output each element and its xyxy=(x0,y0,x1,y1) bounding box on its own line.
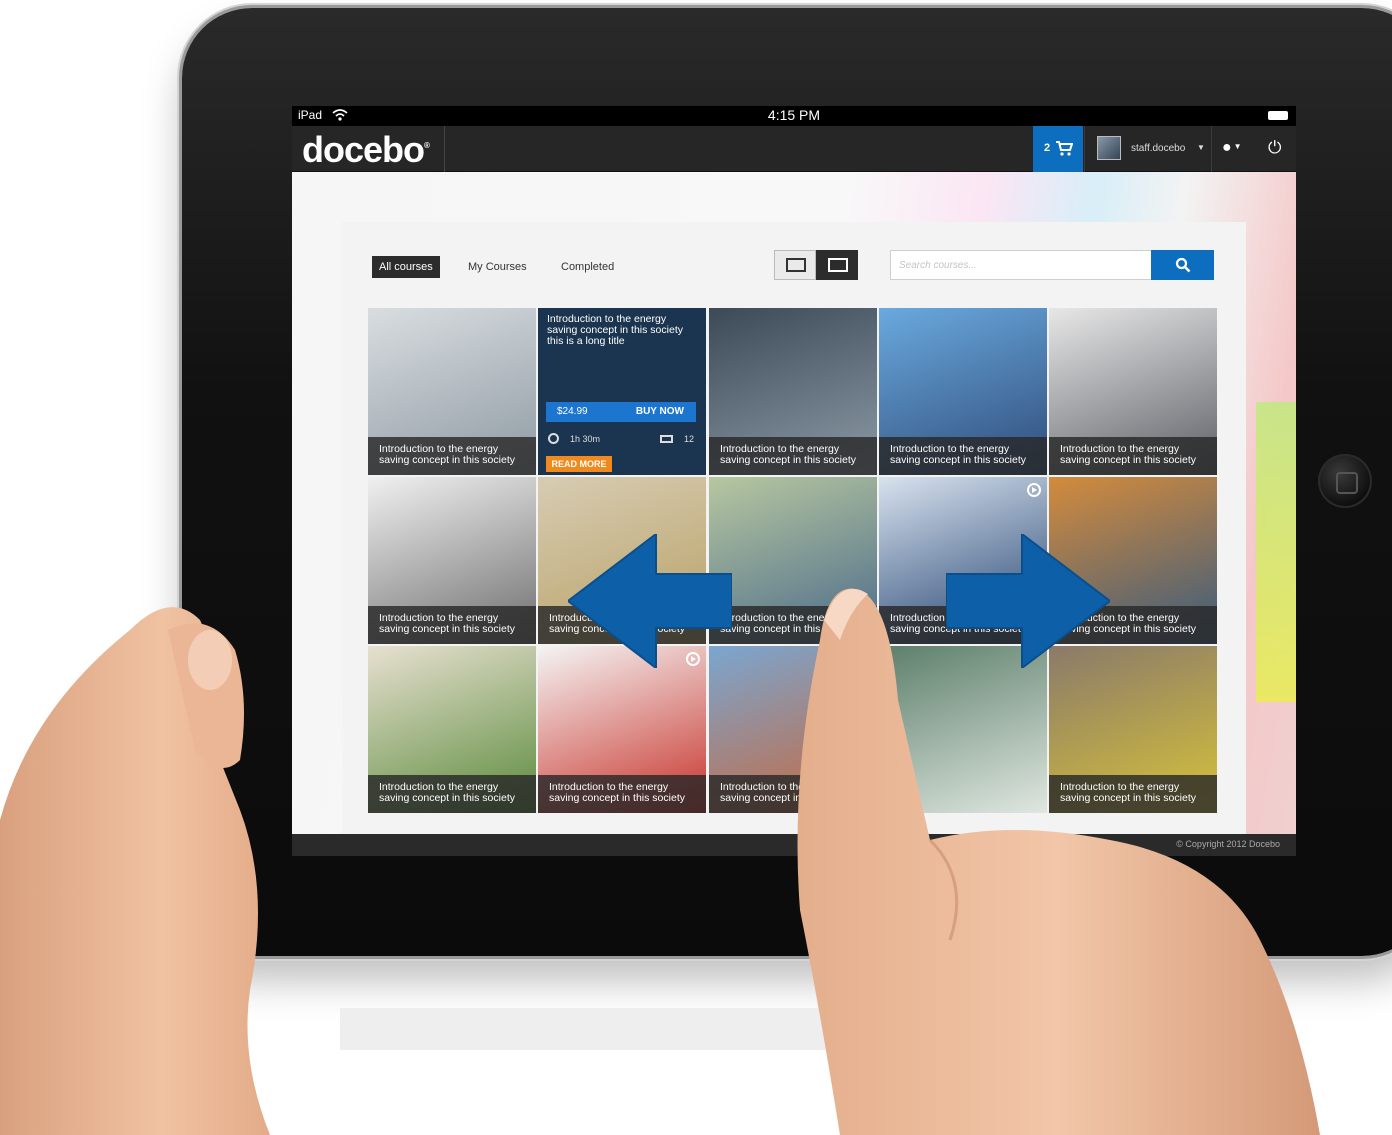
search-button[interactable] xyxy=(1151,250,1214,280)
course-title: Introduction to the energy saving concep… xyxy=(368,775,536,813)
book-view-icon xyxy=(786,258,806,272)
status-time: 4:15 PM xyxy=(767,107,821,123)
course-tile[interactable]: Introduction to the energy saving concep… xyxy=(879,308,1047,475)
clock-icon xyxy=(548,433,559,444)
battery-icon xyxy=(1268,111,1288,120)
swipe-left-arrow-icon xyxy=(568,534,732,668)
logo-text: docebo xyxy=(302,129,425,170)
search-bar xyxy=(890,250,1214,280)
left-hand xyxy=(0,607,270,1135)
course-duration: 1h 30m xyxy=(570,434,601,444)
tab-all-courses[interactable]: All courses xyxy=(372,256,440,278)
chevron-down-icon: ▼ xyxy=(1233,142,1242,151)
view-toggle xyxy=(774,250,858,280)
chevron-down-icon: ▼ xyxy=(1197,143,1205,152)
user-menu[interactable]: staff.docebo ▼ xyxy=(1084,126,1212,172)
course-tile[interactable]: Introduction to the energy saving concep… xyxy=(368,646,536,813)
buy-now-label: BUY NOW xyxy=(635,406,684,417)
username-label: staff.docebo xyxy=(1131,143,1186,154)
home-button[interactable] xyxy=(1318,454,1372,508)
grid-view-button[interactable] xyxy=(816,250,858,280)
play-icon[interactable] xyxy=(1027,483,1041,497)
course-price: $24.99 xyxy=(557,406,588,417)
featured-course-title: Introduction to the energy saving concep… xyxy=(547,313,683,347)
tab-completed[interactable]: Completed xyxy=(561,256,614,278)
course-title: Introduction to the energy saving concep… xyxy=(368,437,536,475)
course-tile[interactable]: Introduction to the energy saving concep… xyxy=(368,477,536,644)
course-tile[interactable]: Introduction to the energy saving concep… xyxy=(709,308,877,475)
course-tile-featured[interactable]: Introduction to the energy saving concep… xyxy=(538,308,706,475)
globe-icon: ● xyxy=(1222,139,1232,156)
read-more-button[interactable]: READ MORE xyxy=(546,456,612,472)
logo-mark: ® xyxy=(424,141,430,150)
course-title: Introduction to the energy saving concep… xyxy=(709,437,877,475)
search-icon xyxy=(1175,257,1191,273)
course-title: Introduction to the energy saving concep… xyxy=(1049,437,1217,475)
scene: iPad 4:15 PM docebo® 2 staff.docebo ▼ ● … xyxy=(0,0,1392,1135)
power-icon: ⏻ xyxy=(1268,138,1282,157)
cart-count: 2 xyxy=(1044,142,1051,154)
avatar xyxy=(1097,136,1121,160)
divider xyxy=(444,126,445,172)
cart-button[interactable]: 2 xyxy=(1033,126,1083,172)
list-view-button[interactable] xyxy=(774,250,816,280)
buy-now-button[interactable]: $24.99 BUY NOW xyxy=(546,402,696,422)
top-navigation-bar: docebo® 2 staff.docebo ▼ ● ▼ ⏻ xyxy=(292,126,1296,172)
lessons-icon xyxy=(660,435,673,443)
course-tile[interactable]: Introduction to the energy saving concep… xyxy=(1049,308,1217,475)
course-title: Introduction to the energy saving concep… xyxy=(538,775,706,813)
docebo-logo[interactable]: docebo® xyxy=(302,129,430,171)
tab-my-courses[interactable]: My Courses xyxy=(468,256,527,278)
course-tile[interactable]: Introduction to the energy saving concep… xyxy=(538,646,706,813)
right-hand xyxy=(797,588,1320,1135)
search-input[interactable] xyxy=(890,250,1152,280)
course-tile[interactable]: Introduction to the energy saving concep… xyxy=(368,308,536,475)
course-title: Introduction to the energy saving concep… xyxy=(879,437,1047,475)
course-title: Introduction to the energy saving concep… xyxy=(368,606,536,644)
course-lessons: 12 xyxy=(683,434,694,444)
shopping-cart-icon xyxy=(1056,141,1073,156)
status-bar: iPad 4:15 PM xyxy=(292,106,1296,126)
logout-button[interactable]: ⏻ xyxy=(1268,138,1281,158)
grid-view-icon xyxy=(828,258,848,272)
language-menu[interactable]: ● ▼ xyxy=(1222,139,1242,157)
